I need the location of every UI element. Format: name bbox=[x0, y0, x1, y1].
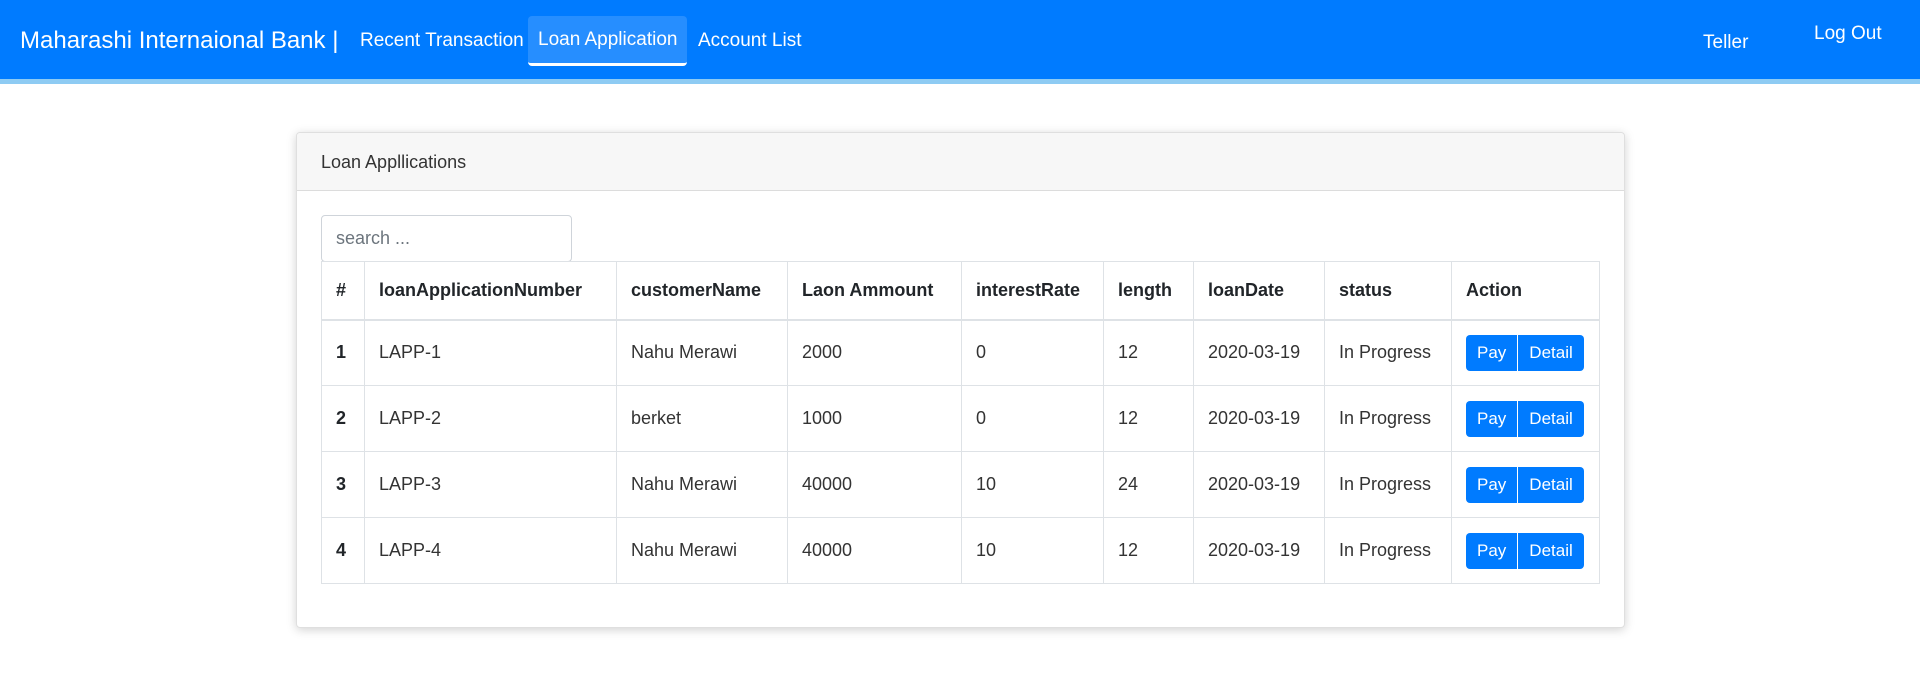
search-input[interactable] bbox=[321, 215, 572, 262]
cell-interest-rate: 0 bbox=[961, 319, 1104, 386]
logout-link[interactable]: Log Out bbox=[1814, 23, 1882, 45]
cell-loan-amount: 2000 bbox=[787, 319, 962, 386]
column-header-status: status bbox=[1324, 261, 1452, 321]
detail-button[interactable]: Detail bbox=[1518, 466, 1584, 503]
nav-recent-transaction[interactable]: Recent Transaction bbox=[350, 16, 534, 66]
cell-action: Pay Detail bbox=[1451, 385, 1600, 452]
cell-number: 2 bbox=[321, 385, 365, 452]
column-header-length: length bbox=[1103, 261, 1194, 321]
brand-title[interactable]: Maharashi Internaional Bank | bbox=[20, 27, 338, 55]
cell-loan-date: 2020-03-19 bbox=[1193, 319, 1325, 386]
nav-loan-application[interactable]: Loan Application bbox=[528, 16, 688, 66]
loan-applications-card: Loan Appllications # loanApplicationNumb… bbox=[296, 132, 1625, 628]
pay-button[interactable]: Pay bbox=[1466, 466, 1518, 503]
card-title: Loan Appllications bbox=[297, 133, 1624, 191]
cell-loan-amount: 40000 bbox=[787, 517, 962, 584]
nav-account-list[interactable]: Account List bbox=[688, 16, 812, 66]
loan-applications-table: # loanApplicationNumber customerName Lao… bbox=[321, 261, 1600, 584]
pay-button[interactable]: Pay bbox=[1466, 532, 1518, 569]
cell-loan-application-number: LAPP-1 bbox=[364, 319, 617, 386]
cell-customer-name: Nahu Merawi bbox=[616, 319, 788, 386]
table-row: 2 LAPP-2 berket 1000 0 12 2020-03-19 In … bbox=[321, 385, 1600, 452]
cell-status: In Progress bbox=[1324, 517, 1452, 584]
table-row: 3 LAPP-3 Nahu Merawi 40000 10 24 2020-03… bbox=[321, 451, 1600, 518]
detail-button[interactable]: Detail bbox=[1518, 334, 1584, 371]
cell-loan-application-number: LAPP-2 bbox=[364, 385, 617, 452]
cell-action: Pay Detail bbox=[1451, 451, 1600, 518]
pay-button[interactable]: Pay bbox=[1466, 400, 1518, 437]
column-header-loan-application-number: loanApplicationNumber bbox=[364, 261, 617, 321]
column-header-customer-name: customerName bbox=[616, 261, 788, 321]
cell-status: In Progress bbox=[1324, 451, 1452, 518]
cell-loan-amount: 1000 bbox=[787, 385, 962, 452]
cell-number: 1 bbox=[321, 319, 365, 386]
detail-button[interactable]: Detail bbox=[1518, 532, 1584, 569]
cell-interest-rate: 0 bbox=[961, 385, 1104, 452]
cell-status: In Progress bbox=[1324, 319, 1452, 386]
cell-length: 24 bbox=[1103, 451, 1194, 518]
cell-loan-application-number: LAPP-4 bbox=[364, 517, 617, 584]
cell-interest-rate: 10 bbox=[961, 451, 1104, 518]
table-header-row: # loanApplicationNumber customerName Lao… bbox=[321, 261, 1600, 321]
cell-customer-name: berket bbox=[616, 385, 788, 452]
table-row: 1 LAPP-1 Nahu Merawi 2000 0 12 2020-03-1… bbox=[321, 319, 1600, 386]
column-header-number: # bbox=[321, 261, 365, 321]
cell-interest-rate: 10 bbox=[961, 517, 1104, 584]
cell-loan-application-number: LAPP-3 bbox=[364, 451, 617, 518]
cell-customer-name: Nahu Merawi bbox=[616, 517, 788, 584]
cell-length: 12 bbox=[1103, 319, 1194, 386]
column-header-loan-amount: Laon Ammount bbox=[787, 261, 962, 321]
cell-loan-date: 2020-03-19 bbox=[1193, 517, 1325, 584]
detail-button[interactable]: Detail bbox=[1518, 400, 1584, 437]
column-header-action: Action bbox=[1451, 261, 1600, 321]
table-row: 4 LAPP-4 Nahu Merawi 40000 10 12 2020-03… bbox=[321, 517, 1600, 584]
cell-number: 3 bbox=[321, 451, 365, 518]
cell-action: Pay Detail bbox=[1451, 319, 1600, 386]
cell-number: 4 bbox=[321, 517, 365, 584]
cell-length: 12 bbox=[1103, 517, 1194, 584]
cell-customer-name: Nahu Merawi bbox=[616, 451, 788, 518]
column-header-loan-date: loanDate bbox=[1193, 261, 1325, 321]
user-role-label: Teller bbox=[1703, 32, 1749, 53]
cell-loan-date: 2020-03-19 bbox=[1193, 451, 1325, 518]
top-navbar: Maharashi Internaional Bank | Recent Tra… bbox=[0, 0, 1920, 84]
cell-action: Pay Detail bbox=[1451, 517, 1600, 584]
cell-status: In Progress bbox=[1324, 385, 1452, 452]
cell-loan-date: 2020-03-19 bbox=[1193, 385, 1325, 452]
pay-button[interactable]: Pay bbox=[1466, 334, 1518, 371]
column-header-interest-rate: interestRate bbox=[961, 261, 1104, 321]
cell-length: 12 bbox=[1103, 385, 1194, 452]
cell-loan-amount: 40000 bbox=[787, 451, 962, 518]
